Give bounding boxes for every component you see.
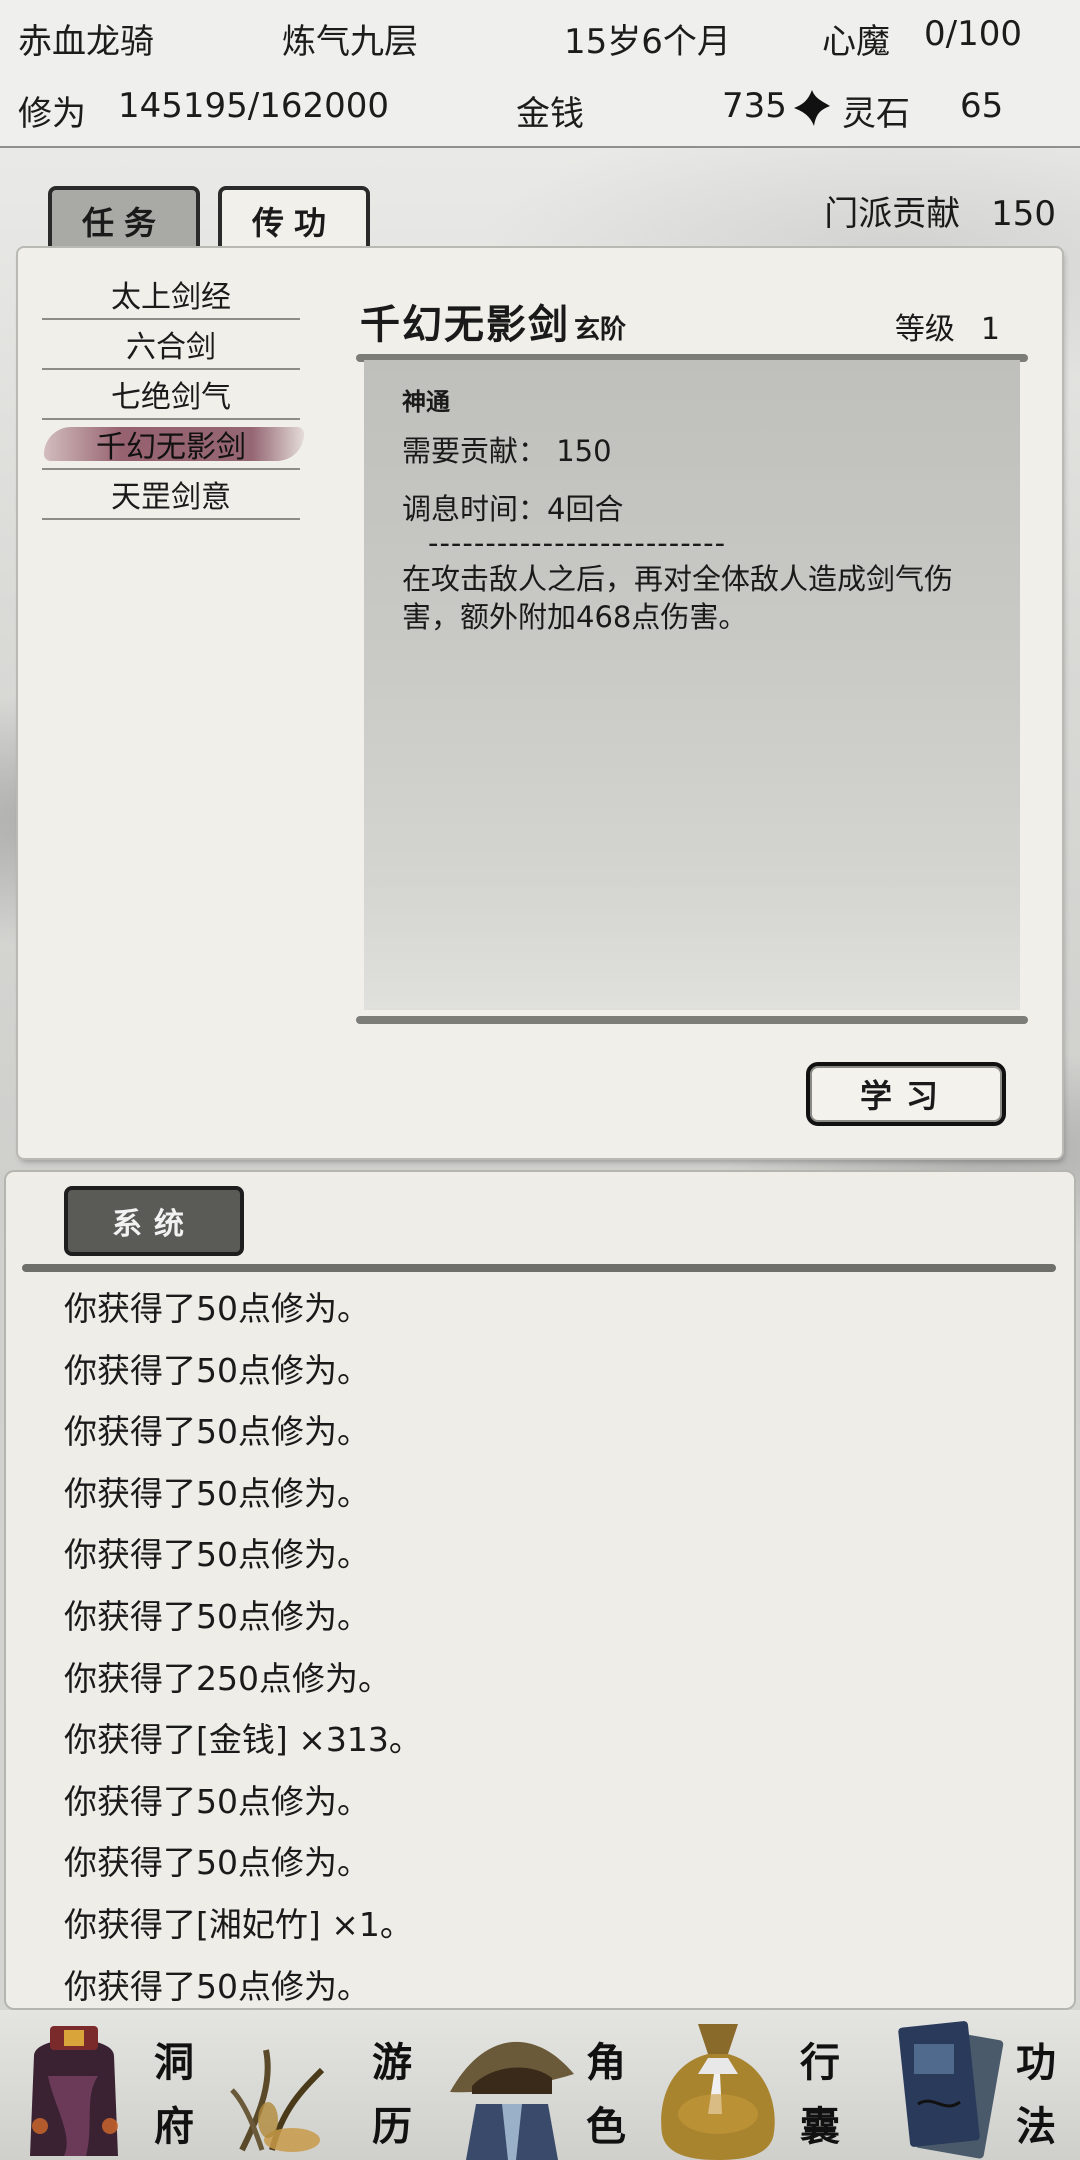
nav-bag[interactable]: 行 囊 bbox=[648, 2010, 864, 2160]
bottom-nav: 洞 府 游 历 角 色 行 囊 功 法 bbox=[0, 2010, 1080, 2160]
skill-cooldown: 调息时间：4回合 bbox=[402, 492, 624, 526]
nav-label-bottom: 色 bbox=[586, 2103, 626, 2150]
skill-item[interactable]: 太上剑经 bbox=[42, 270, 300, 320]
level-label: 等级 bbox=[894, 312, 955, 347]
log-line: 你获得了50点修为。 bbox=[64, 1289, 370, 1328]
skill-item[interactable]: 七绝剑气 bbox=[42, 370, 300, 420]
log-line: 你获得了[金钱] ×313。 bbox=[64, 1720, 422, 1760]
log-line: 你获得了50点修为。 bbox=[64, 1412, 370, 1452]
log-line: 你获得了50点修为。 bbox=[64, 1596, 370, 1636]
log-list[interactable]: 你获得了50点修为。 你获得了50点修为。 你获得了50点修为。 你获得了50点… bbox=[64, 1278, 1044, 2017]
cultivation-label: 修为 bbox=[18, 94, 86, 134]
realm-text: 炼气九层 bbox=[282, 22, 418, 62]
nav-character[interactable]: 角 色 bbox=[432, 2010, 648, 2160]
skill-item[interactable]: 天罡剑意 bbox=[42, 470, 300, 520]
log-line: 你获得了50点修为。 bbox=[64, 1535, 370, 1575]
nav-label-top: 游 bbox=[372, 2039, 412, 2086]
demon-value: 0/100 bbox=[924, 14, 1022, 54]
player-name: 赤血龙骑 bbox=[18, 22, 154, 62]
log-line: 你获得了50点修为。 bbox=[64, 1843, 370, 1883]
cultivation-value: 145195/162000 bbox=[118, 86, 390, 126]
contribution-value: 150 bbox=[991, 194, 1056, 234]
nav-label-top: 行 bbox=[800, 2039, 840, 2086]
skill-cost: 需要贡献： 150 bbox=[402, 434, 612, 468]
nav-label-bottom: 法 bbox=[1016, 2103, 1056, 2150]
skill-description: 在攻击敌人之后，再对全体敌人造成剑气伤害，额外附加468点伤害。 bbox=[402, 562, 954, 634]
skill-list: 太上剑经 六合剑 七绝剑气 千幻无影剑 天罡剑意 bbox=[42, 270, 304, 520]
demon-label: 心魔 bbox=[822, 22, 890, 62]
sect-contribution: 门派贡献 150 bbox=[824, 186, 1056, 235]
scripture-icon bbox=[898, 2021, 1004, 2159]
skill-name: 千幻无影剑 bbox=[360, 301, 570, 348]
nav-label-bottom: 囊 bbox=[800, 2103, 840, 2150]
skill-detail-scroll[interactable]: 神通 需要贡献： 150 调息时间：4回合 ------------------… bbox=[364, 360, 1020, 1010]
learn-button[interactable]: 学习 bbox=[806, 1062, 1006, 1126]
contribution-label: 门派贡献 bbox=[824, 194, 961, 234]
system-log-panel: 系统 你获得了50点修为。 你获得了50点修为。 你获得了50点修为。 你获得了… bbox=[6, 1172, 1074, 2008]
tab-system[interactable]: 系统 bbox=[64, 1186, 244, 1256]
skill-tier: 玄阶 bbox=[574, 315, 627, 345]
nav-label-bottom: 府 bbox=[154, 2103, 194, 2150]
log-rod bbox=[22, 1264, 1056, 1272]
log-line: 你获得了250点修为。 bbox=[64, 1658, 391, 1698]
nav-label-top: 洞 bbox=[154, 2039, 194, 2086]
tab-skill-transmission[interactable]: 传功 bbox=[218, 186, 370, 252]
bag-icon bbox=[661, 2024, 775, 2160]
skill-title: 千幻无影剑 玄阶 bbox=[360, 292, 626, 350]
travel-icon bbox=[230, 2049, 325, 2152]
nav-cave-dwelling[interactable]: 洞 府 bbox=[0, 2010, 216, 2160]
skill-item-selected[interactable]: 千幻无影剑 bbox=[42, 420, 304, 470]
status-bar: 赤血龙骑 炼气九层 15岁6个月 心魔 0/100 修为 145195/1620… bbox=[0, 0, 1080, 148]
spirit-stone-icon bbox=[794, 90, 830, 126]
nav-label-bottom: 历 bbox=[372, 2103, 412, 2150]
skill-item[interactable]: 六合剑 bbox=[42, 320, 300, 370]
skill-level: 等级 1 bbox=[895, 304, 1000, 348]
character-icon bbox=[450, 2041, 574, 2160]
cave-dwelling-icon bbox=[30, 2026, 118, 2156]
money-label: 金钱 bbox=[516, 94, 584, 134]
nav-label-top: 功 bbox=[1016, 2039, 1056, 2086]
nav-label-top: 角 bbox=[586, 2039, 626, 2086]
nav-travel[interactable]: 游 历 bbox=[216, 2010, 432, 2160]
spirit-stone-label: 灵石 bbox=[842, 94, 910, 134]
level-value: 1 bbox=[980, 312, 1000, 347]
spirit-stone-value: 65 bbox=[960, 86, 1004, 126]
skill-category: 神通 bbox=[402, 387, 450, 416]
money-value: 735 bbox=[722, 86, 787, 126]
scroll-bottom-rod bbox=[356, 1016, 1028, 1024]
log-line: 你获得了50点修为。 bbox=[64, 1473, 370, 1513]
log-line: 你获得了50点修为。 bbox=[64, 1966, 370, 2006]
log-line: 你获得了[湘妃竹] ×1。 bbox=[64, 1904, 413, 1944]
log-line: 你获得了50点修为。 bbox=[64, 1781, 370, 1821]
log-line: 你获得了50点修为。 bbox=[64, 1350, 370, 1390]
age-text: 15岁6个月 bbox=[564, 22, 731, 62]
nav-scriptures[interactable]: 功 法 bbox=[864, 2010, 1080, 2160]
tab-tasks[interactable]: 任务 bbox=[48, 186, 200, 252]
separator: -------------------------- bbox=[428, 526, 727, 560]
skill-panel: 太上剑经 六合剑 七绝剑气 千幻无影剑 天罡剑意 千幻无影剑 玄阶 等级 1 神通 … bbox=[18, 248, 1062, 1158]
